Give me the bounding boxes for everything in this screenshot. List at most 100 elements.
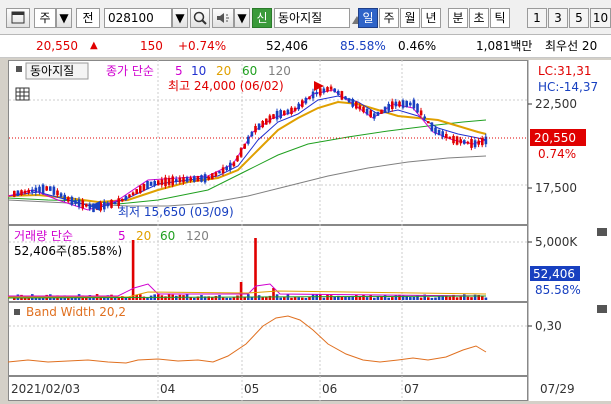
candle	[452, 135, 455, 144]
candle	[31, 189, 34, 193]
chart-area[interactable]: 최고 24,000 (06/02) 최저 15,650 (03/09) 동아지질…	[7, 60, 611, 401]
speaker-icon[interactable]	[212, 8, 234, 28]
mode-label: 전	[82, 11, 94, 25]
code-dropdown-icon[interactable]: ▼	[172, 8, 188, 28]
candle	[211, 173, 214, 180]
candle	[214, 172, 218, 177]
volume-bar	[434, 297, 437, 300]
interval-3[interactable]: 3	[548, 8, 568, 28]
candle	[265, 118, 268, 125]
period-label: 주	[383, 11, 395, 25]
candle	[59, 193, 63, 197]
lc-value: LC:31,31	[538, 64, 591, 78]
candle	[113, 201, 117, 205]
interval-label: 10	[592, 11, 609, 25]
stock-chart[interactable]: 최고 24,000 (06/02) 최저 15,650 (03/09) 동아지질…	[7, 60, 611, 401]
candle	[275, 110, 279, 120]
interval-5[interactable]: 5	[569, 8, 589, 28]
volume-bar	[131, 240, 135, 300]
period-tab-month[interactable]: 월	[400, 8, 420, 28]
interval-1[interactable]: 1	[527, 8, 547, 28]
date-label-may: 05	[244, 382, 259, 396]
candle	[434, 127, 437, 134]
stock-name-field[interactable]: 동아지질	[274, 8, 350, 28]
candle	[293, 107, 297, 111]
candle	[45, 186, 48, 191]
candle	[383, 106, 387, 113]
code-value: 028100	[108, 11, 154, 25]
candle	[401, 100, 405, 108]
volume-bar	[355, 295, 358, 300]
period-tab-day[interactable]: 일	[358, 8, 378, 28]
interval-10[interactable]: 10	[590, 8, 611, 28]
market-dropdown-icon[interactable]: ▼	[56, 8, 72, 28]
bw-close-icon[interactable]	[597, 305, 607, 313]
period-label: 년	[425, 11, 437, 25]
candle	[304, 98, 308, 104]
quote-bar: 20,550 ▲ 150 +0.74% 52,406 85.58% 0.46% …	[0, 35, 611, 58]
legend-square-icon	[16, 66, 22, 72]
period-tab-second[interactable]: 초	[469, 8, 489, 28]
volume-bar	[113, 297, 117, 300]
volume-bar	[427, 297, 430, 300]
volume-bar	[391, 297, 394, 300]
candle	[185, 177, 189, 182]
ma-period-10: 10	[191, 64, 206, 78]
period-tab-tick[interactable]: 틱	[490, 8, 510, 28]
candle	[41, 184, 45, 194]
candle	[286, 109, 290, 115]
candle	[56, 190, 59, 196]
candle	[164, 177, 167, 187]
current-price-tag-text: 20,550	[534, 131, 576, 145]
candle	[466, 141, 470, 144]
candle	[268, 115, 272, 123]
ma-period-5: 5	[175, 64, 183, 78]
volume-bar	[308, 296, 311, 300]
candle	[308, 96, 311, 100]
price-change-pct: +0.74%	[178, 39, 227, 53]
candle	[470, 138, 473, 148]
vol-close-icon[interactable]	[597, 228, 607, 236]
code-input[interactable]: 028100	[104, 8, 172, 28]
candle	[477, 140, 480, 145]
ma-period-120: 120	[268, 64, 291, 78]
period-tab-year[interactable]: 년	[421, 8, 441, 28]
volume-ratio: 85.58%	[340, 39, 386, 53]
ma-label: 종가 단순	[106, 64, 154, 78]
volume-bar	[430, 297, 434, 300]
candle	[254, 125, 257, 133]
mode-select[interactable]: 전	[76, 8, 100, 28]
volume-bar	[272, 288, 275, 300]
candle	[319, 88, 322, 96]
volume-bar	[279, 297, 282, 300]
period-tab-week[interactable]: 주	[379, 8, 399, 28]
stock-name: 동아지질	[278, 11, 323, 25]
candle	[250, 131, 254, 137]
market-select[interactable]: 주	[34, 8, 56, 28]
vol-period-20: 20	[136, 229, 151, 243]
search-icon[interactable]	[190, 8, 210, 28]
period-label: 틱	[494, 11, 506, 25]
candle	[398, 101, 401, 107]
candle	[182, 177, 185, 183]
speaker-dropdown-icon[interactable]: ▼	[234, 8, 250, 28]
candle	[88, 204, 92, 209]
low-note: 최저 15,650 (03/09)	[118, 205, 234, 219]
candle	[27, 189, 30, 193]
current-price: 20,550	[36, 39, 78, 53]
candle	[160, 179, 164, 186]
volume-bar	[329, 295, 333, 300]
table-icon[interactable]	[15, 87, 30, 101]
candle	[347, 98, 351, 103]
period-tab-minute[interactable]: 분	[448, 8, 468, 28]
volume-panel	[8, 225, 528, 302]
volume-bar	[455, 297, 459, 300]
candle	[369, 110, 372, 118]
candle	[135, 189, 138, 195]
candle	[70, 196, 74, 205]
volume-bar	[463, 294, 466, 300]
volume-bar	[225, 297, 228, 300]
vol-current-text: 52,406	[533, 267, 575, 281]
chart-menu-icon[interactable]	[6, 8, 30, 28]
candle	[481, 137, 484, 146]
